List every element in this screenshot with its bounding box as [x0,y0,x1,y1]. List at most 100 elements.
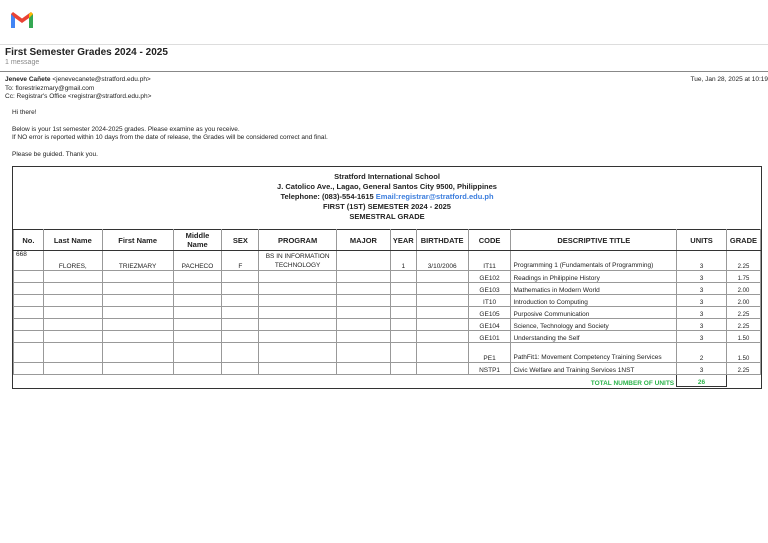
column-header: BIRTHDATE [415,229,469,251]
student-middle [172,330,223,343]
course-title: Readings in Philippine History [510,270,678,283]
grade-sheet: Stratford International School J. Catoli… [12,166,762,389]
student-program [258,362,338,375]
student-major [336,362,391,375]
student-sex [221,318,260,331]
email-subject: First Semester Grades 2024 - 2025 [5,47,168,58]
student-birthdate [415,318,469,331]
school-header: Stratford International School J. Catoli… [13,172,761,222]
student-no [13,270,44,283]
table-row: GE102 Readings in Philippine History 3 1.75 [13,270,762,283]
course-code: GE102 [467,270,512,283]
empty-cell [390,375,416,387]
student-no [13,306,44,319]
course-units: 3 [676,294,727,307]
student-last [42,306,103,319]
student-no [13,362,44,375]
grades-table: No. Last Name First Name Middle Name SEX PROG… [13,229,762,387]
table-row: GE105 Purposive Communication 3 2.25 [13,306,762,319]
course-title: Introduction to Computing [510,294,678,307]
student-sex: F [221,250,260,271]
course-code: GE101 [467,330,512,343]
gmail-logo-icon [10,11,34,34]
course-grade: 1.50 [725,342,762,363]
empty-cell [416,375,468,387]
student-program: BS IN INFORMATION TECHNOLOGY [258,250,338,271]
student-sex [221,362,260,375]
to-line: To: florestriezmary@gmail.com [5,84,95,92]
student-middle [172,318,223,331]
student-first [101,294,174,307]
student-middle [172,294,223,307]
student-middle: PACHECO [172,250,223,271]
school-telephone: Telephone: (083)-554-1615 [280,192,374,201]
course-grade: 1.50 [725,330,762,343]
student-birthdate [415,270,469,283]
sender-name: Jeneve Cañete [5,76,51,83]
student-last [42,270,103,283]
course-units: 3 [676,330,727,343]
sender-email: <jenevecanete@stratford.edu.ph> [52,76,151,83]
empty-cell [173,375,222,387]
student-year: 1 [389,250,417,271]
course-grade: 1.75 [725,270,762,283]
student-middle [172,362,223,375]
column-header: First Name [101,229,174,251]
course-units: 3 [676,306,727,319]
column-header: GRADE [725,229,762,251]
empty-cell [14,375,44,387]
table-row: IT10 Introduction to Computing 3 2.00 [13,294,762,307]
student-major [336,306,391,319]
student-first [101,282,174,295]
student-first [101,318,174,331]
student-year [389,294,417,307]
student-major [336,294,391,307]
student-sex [221,342,260,363]
course-units: 3 [676,318,727,331]
empty-cell [259,375,337,387]
course-grade: 2.00 [725,282,762,295]
course-grade: 2.25 [725,362,762,375]
total-units: 26 [676,374,727,387]
student-middle [172,270,223,283]
student-year [389,270,417,283]
student-sex [221,270,260,283]
student-last [42,342,103,363]
course-grade: 2.25 [725,250,762,271]
student-birthdate [415,282,469,295]
student-program [258,294,338,307]
student-no [13,282,44,295]
column-header: No. [13,229,44,251]
student-middle [172,342,223,363]
student-first [101,330,174,343]
body-line: If NO error is reported within 10 days f… [12,134,328,141]
closing: Please be guided. Thank you. [12,150,98,158]
student-major [336,330,391,343]
empty-cell [222,375,259,387]
table-row: GE103 Mathematics in Modern World 3 2.00 [13,282,762,295]
column-header: YEAR [389,229,417,251]
student-last [42,294,103,307]
cc-line: Cc: Registrar's Office <registrar@stratf… [5,93,152,100]
course-title: Purposive Communication [510,306,678,319]
message-count: 1 message [5,59,40,66]
student-first [101,362,174,375]
course-units: 3 [676,282,727,295]
student-first: TRIEZMARY [101,250,174,271]
student-last [42,362,103,375]
course-title: Understanding the Self [510,330,678,343]
course-code: NSTP1 [467,362,512,375]
column-header: SEX [221,229,260,251]
empty-cell [102,375,173,387]
course-title: Programming 1 (Fundamentals of Programmi… [510,250,678,271]
student-year [389,318,417,331]
course-title: Science, Technology and Society [510,318,678,331]
course-code: PE1 [467,342,512,363]
course-title: Mathematics in Modern World [510,282,678,295]
student-program [258,342,338,363]
course-units: 3 [676,270,727,283]
student-middle [172,282,223,295]
student-first [101,270,174,283]
course-units: 2 [676,342,727,363]
student-first [101,342,174,363]
